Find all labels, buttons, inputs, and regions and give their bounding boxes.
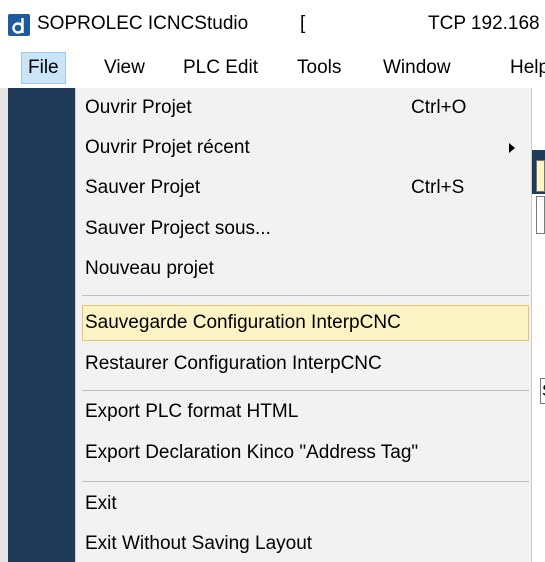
- menu-item-label: Sauvegarde Configuration InterpCNC: [85, 312, 401, 333]
- menu-item-export-kinco[interactable]: Export Declaration Kinco "Address Tag": [82, 435, 529, 471]
- menu-file[interactable]: File: [21, 52, 66, 84]
- menu-item-label: Restaurer Configuration InterpCNC: [85, 353, 382, 374]
- menu-tools[interactable]: Tools: [291, 52, 347, 84]
- tooltip: S: [540, 378, 545, 404]
- menu-item-label: Export Declaration Kinco "Address Tag": [85, 442, 419, 463]
- window-title: SOPROLEC ICNCStudio: [37, 13, 249, 34]
- panel-field[interactable]: [536, 196, 545, 234]
- menu-separator: [82, 481, 529, 482]
- menu-bar: File View PLC Edit Tools Window Help: [0, 46, 545, 88]
- title-bar: SOPROLEC ICNCStudio [ TCP 192.168: [0, 0, 545, 46]
- menu-item-shortcut: Ctrl+S: [411, 177, 465, 198]
- menu-item-save-project[interactable]: Sauver Projet Ctrl+S: [82, 170, 529, 206]
- menu-item-open-recent[interactable]: Ouvrir Projet récent: [82, 130, 529, 166]
- app-workspace: [8, 88, 75, 562]
- menu-item-label: Exit: [85, 493, 117, 514]
- toolbar-edge: [0, 88, 8, 562]
- menu-item-new-project[interactable]: Nouveau projet: [82, 251, 529, 287]
- menu-item-label: Export PLC format HTML: [85, 401, 299, 422]
- menu-item-export-html[interactable]: Export PLC format HTML: [82, 394, 529, 430]
- menu-plc-edit[interactable]: PLC Edit: [177, 52, 264, 84]
- panel-tab[interactable]: [536, 160, 545, 192]
- menu-item-save-project-as[interactable]: Sauver Project sous...: [82, 211, 529, 247]
- menu-help[interactable]: Help: [504, 52, 545, 84]
- file-menu-dropdown: Ouvrir Projet Ctrl+O Ouvrir Projet récen…: [75, 88, 532, 562]
- menu-item-label: Ouvrir Projet: [85, 97, 192, 118]
- menu-item-shortcut: Ctrl+O: [411, 97, 467, 118]
- menu-item-label: Sauver Projet: [85, 177, 201, 198]
- menu-item-backup-config[interactable]: Sauvegarde Configuration InterpCNC: [82, 305, 529, 341]
- menu-item-label: Ouvrir Projet récent: [85, 137, 250, 158]
- connection-status: TCP 192.168: [428, 13, 540, 34]
- menu-item-exit-without-saving[interactable]: Exit Without Saving Layout: [82, 526, 529, 562]
- menu-window[interactable]: Window: [377, 52, 457, 84]
- menu-item-exit[interactable]: Exit: [82, 486, 529, 522]
- menu-item-label: Exit Without Saving Layout: [85, 533, 313, 554]
- app-logo-icon: [8, 14, 30, 36]
- menu-separator: [82, 295, 529, 296]
- menu-view[interactable]: View: [98, 52, 151, 84]
- window-title-bracket: [: [300, 13, 306, 34]
- menu-item-label: Sauver Project sous...: [85, 218, 271, 239]
- menu-item-open-project[interactable]: Ouvrir Projet Ctrl+O: [82, 90, 529, 126]
- menu-item-label: Nouveau projet: [85, 258, 214, 279]
- chevron-right-icon: [509, 143, 515, 153]
- menu-separator: [82, 390, 529, 391]
- menu-item-restore-config[interactable]: Restaurer Configuration InterpCNC: [82, 346, 529, 382]
